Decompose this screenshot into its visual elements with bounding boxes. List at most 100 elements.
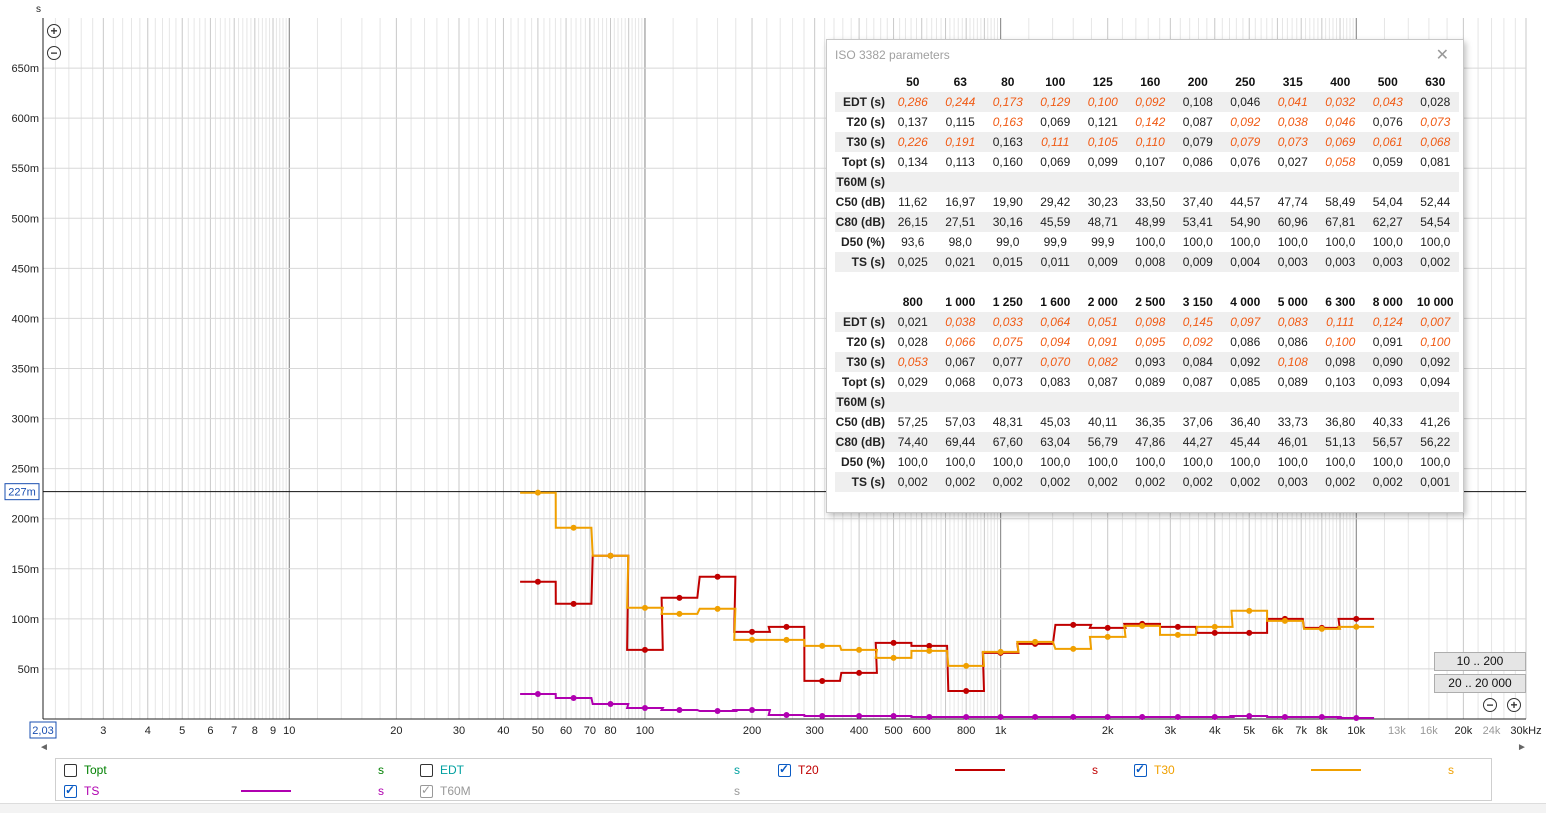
- data-point: [890, 639, 897, 646]
- table-cell: [1269, 172, 1317, 192]
- band-header: 800: [902, 295, 923, 309]
- table-cell: 0,108: [1174, 92, 1222, 112]
- table-cell: 0,098: [1126, 312, 1174, 332]
- legend-item-edt[interactable]: EDT s: [420, 763, 760, 783]
- iso-table-low: 50 63 80 100 125 160 200 250 315 400 500 630 EDT (s)…: [835, 72, 1459, 272]
- close-icon[interactable]: ✕: [1436, 45, 1449, 65]
- y-tick-label: 550m: [11, 163, 39, 175]
- table-cell: 0,075: [992, 335, 1023, 349]
- table-cell: 100,0: [1325, 235, 1356, 249]
- table-cell: 100,0: [1230, 235, 1261, 249]
- table-cell: 0,092: [1182, 335, 1213, 349]
- table-cell: 0,002: [1316, 472, 1364, 492]
- table-cell: 0,093: [1126, 352, 1174, 372]
- checkbox[interactable]: [778, 762, 791, 777]
- legend-swatch: [955, 769, 1005, 771]
- legend-item-t60m[interactable]: T60M s: [420, 783, 760, 804]
- table-cell: 0,073: [992, 375, 1023, 389]
- legend-swatch: [1311, 769, 1361, 771]
- table-cell: 0,011: [1031, 252, 1079, 272]
- table-cell: 0,008: [1126, 252, 1174, 272]
- table-cell: 0,043: [1364, 92, 1412, 112]
- band-header: 2 500: [1135, 295, 1166, 309]
- x-tick-label: 10k: [1347, 725, 1365, 737]
- band-header: 5 000: [1277, 295, 1308, 309]
- table-cell: 0,068: [1411, 132, 1459, 152]
- range-10-200-button[interactable]: 10 .. 200: [1434, 652, 1526, 671]
- x-zoom-out-icon[interactable]: −: [1483, 698, 1497, 712]
- table-row: Topt (s) 0,029 0,068 0,073 0,083 0,087 0,089 0,…: [835, 372, 1459, 392]
- table-cell: 100,0: [992, 455, 1023, 469]
- data-point: [856, 669, 863, 676]
- table-cell: 53,41: [1174, 212, 1222, 232]
- table-cell: 0,084: [1174, 352, 1222, 372]
- table-cell: 100,0: [897, 455, 928, 469]
- table-cell: 48,31: [992, 415, 1023, 429]
- range-20-20000-button[interactable]: 20 .. 20 000: [1434, 674, 1526, 693]
- table-cell: [1221, 392, 1269, 412]
- data-point: [926, 647, 933, 654]
- legend-item-topt[interactable]: Topt s: [64, 763, 404, 783]
- table-cell: 0,009: [1174, 252, 1222, 272]
- x-tick-label: 800: [957, 725, 975, 737]
- x-tick-label: 5: [179, 725, 185, 737]
- table-cell: 0,064: [1031, 312, 1079, 332]
- x-axis: 3 4 5 6 7 8 9 10 20 30 40 50 60 70 80 100 200 300 400 500 60…: [100, 725, 1541, 737]
- table-row: T60M (s): [835, 392, 1459, 412]
- table-cell: 63,04: [1031, 432, 1079, 452]
- legend-item-t20[interactable]: T20 s: [778, 762, 1118, 783]
- table-cell: 100,0: [1135, 235, 1166, 249]
- data-point: [749, 628, 756, 635]
- x-tick-label: 24k: [1483, 725, 1501, 737]
- table-cell: 0,092: [1411, 352, 1459, 372]
- checkbox[interactable]: [420, 783, 433, 798]
- zoom-in-icon[interactable]: +: [47, 24, 61, 38]
- row-label: T60M (s): [835, 392, 889, 412]
- table-cell: 44,57: [1230, 195, 1261, 209]
- table-row: C80 (dB) 26,15 27,51 30,16 45,59 48,71 48,99 53…: [835, 212, 1459, 232]
- table-cell: 0,021: [936, 252, 984, 272]
- table-cell: 41,26: [1420, 415, 1451, 429]
- table-cell: 0,113: [945, 155, 975, 169]
- zoom-out-icon[interactable]: −: [47, 46, 61, 60]
- y-unit-label: s: [36, 4, 41, 15]
- table-cell: [1269, 392, 1317, 412]
- table-cell: 100,0: [1420, 235, 1451, 249]
- table-cell: 26,15: [889, 212, 937, 232]
- band-header: 160: [1140, 75, 1161, 89]
- scroll-right-icon[interactable]: ►: [1517, 742, 1527, 750]
- table-cell: 0,028: [897, 335, 928, 349]
- table-cell: 0,061: [1364, 132, 1412, 152]
- x-tick-label: 2k: [1102, 725, 1114, 737]
- corner-cell: [835, 72, 889, 92]
- x-tick-label: 6k: [1272, 725, 1284, 737]
- y-cursor-label: 227m: [8, 487, 36, 499]
- corner-cell: [835, 292, 889, 312]
- y-cursor-box: 227m: [4, 483, 40, 501]
- table-cell: 0,002: [936, 472, 984, 492]
- scroll-left-icon[interactable]: ◄: [39, 742, 49, 750]
- legend-item-t30[interactable]: T30 s: [1134, 762, 1474, 783]
- x-tick-label: 50: [532, 725, 544, 737]
- table-cell: 0,069: [1040, 115, 1071, 129]
- data-point: [676, 706, 683, 713]
- table-cell: 0,163: [992, 115, 1023, 129]
- x-zoom-in-icon[interactable]: +: [1507, 698, 1521, 712]
- checkbox[interactable]: [420, 764, 433, 777]
- data-point: [641, 646, 648, 653]
- table-cell: 100,0: [1277, 235, 1308, 249]
- table-cell: 0,111: [1316, 312, 1364, 332]
- table-cell: 0,069: [1316, 132, 1364, 152]
- checkbox[interactable]: [1134, 762, 1147, 777]
- series-t20: [520, 552, 1375, 694]
- table-cell: 36,40: [1230, 415, 1261, 429]
- data-point: [1318, 625, 1325, 632]
- data-point: [714, 573, 721, 580]
- legend-item-ts[interactable]: TS s: [64, 783, 404, 804]
- table-cell: 100,0: [1277, 455, 1308, 469]
- x-tick-label: 6: [207, 725, 213, 737]
- table-cell: 0,121: [1087, 115, 1118, 129]
- checkbox[interactable]: [64, 764, 77, 777]
- series-ts: [520, 690, 1375, 721]
- checkbox[interactable]: [64, 783, 77, 798]
